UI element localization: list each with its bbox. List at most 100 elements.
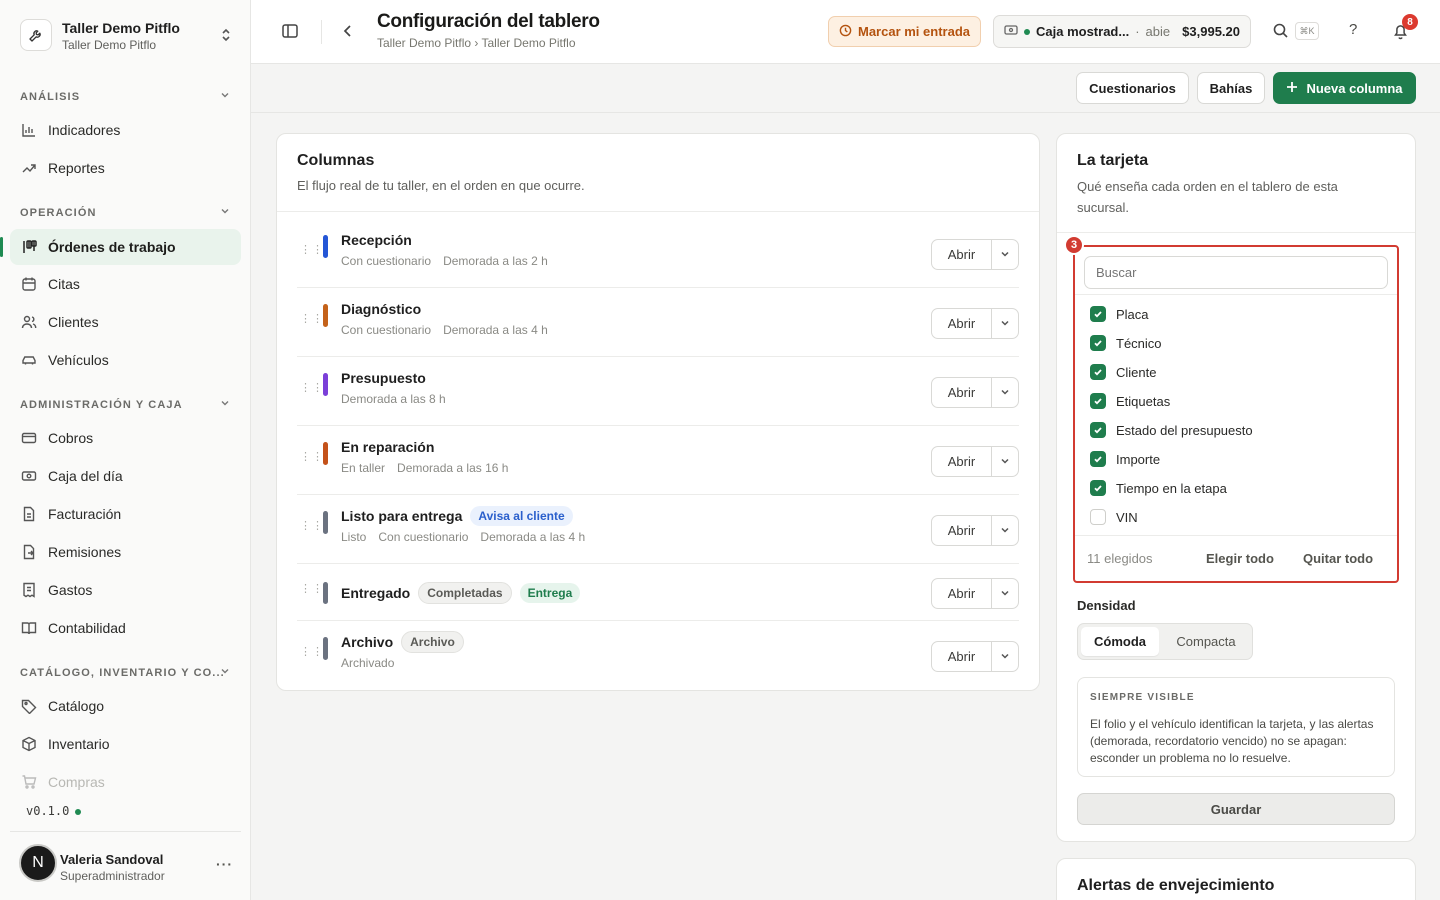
column-meta-item: Con cuestionario	[341, 254, 432, 268]
chevron-down-icon[interactable]	[992, 309, 1018, 338]
field-option[interactable]: Técnico	[1090, 333, 1162, 353]
checkbox[interactable]	[1090, 422, 1106, 438]
open-button[interactable]: Abrir	[932, 515, 992, 545]
checkbox[interactable]	[1090, 509, 1106, 525]
new-column-button[interactable]: Nueva columna	[1273, 72, 1416, 104]
help-icon[interactable]: ?	[1349, 21, 1357, 38]
sidebar-item-indicadores[interactable]: Indicadores	[10, 112, 241, 148]
section-administracion[interactable]: ADMINISTRACIÓN Y CAJA	[20, 399, 232, 411]
divider	[277, 211, 1039, 212]
field-option[interactable]: Placa	[1090, 304, 1149, 324]
divider	[1057, 232, 1415, 233]
sidebar-item-ordenes[interactable]: Órdenes de trabajo	[0, 229, 241, 265]
chevron-down-icon[interactable]	[992, 378, 1018, 407]
open-button[interactable]: Abrir	[932, 239, 992, 269]
cash-register-selector[interactable]: Caja mostrad... · abie $3,995.20	[993, 15, 1251, 48]
workspace-name: Taller Demo Pitflo	[62, 20, 180, 36]
drag-handle-icon[interactable]: ⋮⋮	[300, 646, 324, 657]
sidebar-item-compras[interactable]: Compras	[10, 764, 241, 800]
back-icon[interactable]	[340, 22, 356, 43]
column-tag: Avisa al cliente	[470, 506, 573, 526]
checkbox[interactable]	[1090, 306, 1106, 322]
drag-handle-icon[interactable]: ⋮⋮	[300, 382, 324, 393]
sidebar-item-label: Contabilidad	[48, 620, 126, 636]
drag-handle-icon[interactable]: ⋮⋮	[300, 520, 324, 531]
chevron-down-icon[interactable]	[992, 579, 1018, 608]
column-color-bar	[323, 637, 328, 660]
cash-icon	[20, 467, 38, 485]
open-split-button: Abrir	[931, 238, 1019, 270]
column-meta-item: En taller	[341, 461, 386, 475]
field-option[interactable]: Estado del presupuesto	[1090, 420, 1253, 440]
column-meta-item: Demorada a las 16 h	[397, 461, 509, 475]
drag-handle-icon[interactable]: ⋮⋮	[300, 313, 324, 324]
field-option[interactable]: Importe	[1090, 449, 1160, 469]
sidebar-item-label: Gastos	[48, 582, 93, 598]
field-option[interactable]: Etiquetas	[1090, 391, 1170, 411]
density-compact[interactable]: Compacta	[1162, 627, 1250, 656]
field-option[interactable]: Cliente	[1090, 362, 1156, 382]
field-option[interactable]: Tiempo en la etapa	[1090, 478, 1227, 498]
section-label: ANÁLISIS	[20, 91, 81, 103]
checkbox[interactable]	[1090, 335, 1106, 351]
user-menu[interactable]: N Valeria Sandoval Superadministrador ··…	[10, 831, 241, 900]
column-color-bar	[323, 581, 328, 604]
new-column-label: Nueva columna	[1306, 80, 1403, 96]
chevron-down-icon[interactable]	[992, 447, 1018, 476]
sidebar-item-facturacion[interactable]: Facturación	[10, 496, 241, 532]
note-title: SIEMPRE VISIBLE	[1090, 692, 1195, 703]
questionnaires-button[interactable]: Cuestionarios	[1076, 72, 1189, 104]
drag-handle-icon[interactable]: ⋮⋮	[300, 244, 324, 255]
search-icon[interactable]	[1272, 22, 1289, 42]
sidebar-item-catalogo[interactable]: Catálogo	[10, 688, 241, 724]
bays-button[interactable]: Bahías	[1197, 72, 1265, 104]
workspace-switcher[interactable]: Taller Demo Pitflo Taller Demo Pitflo	[20, 16, 240, 54]
column-meta-item: Demorada a las 4 h	[443, 323, 548, 337]
open-button[interactable]: Abrir	[932, 377, 992, 407]
checkbox[interactable]	[1090, 480, 1106, 496]
more-icon[interactable]: ···	[216, 856, 233, 872]
chevron-down-icon[interactable]	[992, 642, 1018, 671]
sidebar-item-label: Indicadores	[48, 122, 121, 138]
open-button[interactable]: Abrir	[932, 578, 992, 608]
clear-all-button[interactable]: Quitar todo	[1303, 551, 1373, 566]
sidebar-item-gastos[interactable]: Gastos	[10, 572, 241, 608]
sidebar-toggle-icon[interactable]	[281, 22, 299, 43]
box-icon	[20, 735, 38, 753]
sidebar-item-remisiones[interactable]: Remisiones	[10, 534, 241, 570]
section-catalogo[interactable]: CATÁLOGO, INVENTARIO Y CO...	[20, 667, 232, 679]
open-button[interactable]: Abrir	[932, 446, 992, 476]
selected-count: 11 elegidos	[1087, 551, 1153, 566]
sidebar-item-cobros[interactable]: Cobros	[10, 420, 241, 456]
chevron-down-icon[interactable]	[992, 240, 1018, 269]
trend-icon	[20, 159, 38, 177]
drag-handle-icon[interactable]: ⋮⋮	[300, 583, 324, 594]
density-comfortable[interactable]: Cómoda	[1081, 627, 1159, 656]
checkbox[interactable]	[1090, 451, 1106, 467]
section-analisis[interactable]: ANÁLISIS	[20, 91, 232, 103]
sidebar-item-reportes[interactable]: Reportes	[10, 150, 241, 186]
open-button[interactable]: Abrir	[932, 308, 992, 338]
sidebar-item-clientes[interactable]: Clientes	[10, 304, 241, 340]
sidebar-item-vehiculos[interactable]: Vehículos	[10, 342, 241, 378]
sidebar-item-label: Órdenes de trabajo	[48, 239, 176, 255]
search-input[interactable]	[1084, 256, 1388, 289]
sidebar-item-contabilidad[interactable]: Contabilidad	[10, 610, 241, 646]
save-button[interactable]: Guardar	[1077, 793, 1395, 825]
open-button[interactable]: Abrir	[932, 641, 992, 671]
chevron-down-icon[interactable]	[992, 516, 1018, 545]
sidebar-item-citas[interactable]: Citas	[10, 266, 241, 302]
card-title: Alertas de envejecimiento	[1077, 877, 1275, 894]
field-option[interactable]: VIN	[1090, 507, 1138, 527]
sidebar-item-inventario[interactable]: Inventario	[10, 726, 241, 762]
checkbox[interactable]	[1090, 364, 1106, 380]
checkbox[interactable]	[1090, 393, 1106, 409]
open-split-button: Abrir	[931, 445, 1019, 477]
select-all-button[interactable]: Elegir todo	[1206, 551, 1274, 566]
open-split-button: Abrir	[931, 640, 1019, 672]
sidebar-item-caja[interactable]: Caja del día	[10, 458, 241, 494]
section-operacion[interactable]: OPERACIÓN	[20, 207, 232, 219]
drag-handle-icon[interactable]: ⋮⋮	[300, 451, 324, 462]
clock-in-button[interactable]: Marcar mi entrada	[828, 16, 981, 47]
always-visible-note: SIEMPRE VISIBLE El folio y el vehículo i…	[1077, 677, 1395, 777]
